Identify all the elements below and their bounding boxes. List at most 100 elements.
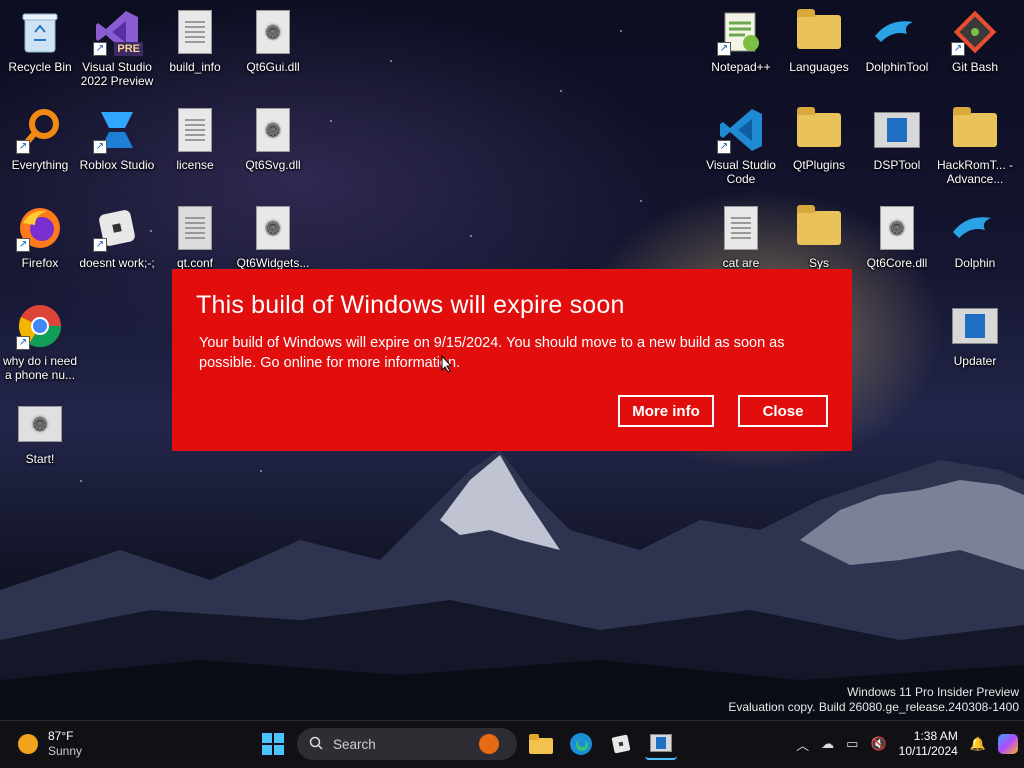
dll-file-icon: ⚙ (249, 8, 297, 56)
watermark-edition: Windows 11 Pro Insider Preview (847, 685, 1019, 699)
desktop-icon-dolphin[interactable]: Dolphin (935, 204, 1015, 270)
icon-label: cat are (722, 256, 760, 270)
desktop-icon-cat-are[interactable]: cat are (701, 204, 781, 270)
recycle-bin-icon (16, 8, 64, 56)
desktop-icon-start[interactable]: ⚙ Start! (0, 400, 80, 466)
close-button[interactable]: Close (738, 395, 828, 427)
icon-label: Firefox (21, 256, 59, 270)
desktop-icon-visual-studio-preview[interactable]: PRE ↗ Visual Studio 2022 Preview (77, 8, 157, 88)
shortcut-arrow-icon: ↗ (93, 238, 107, 252)
edge-icon[interactable] (565, 728, 597, 760)
network-icon[interactable]: ▭ (846, 736, 858, 752)
desktop-icon-chrome[interactable]: ↗ why do i need a phone nu... (0, 302, 80, 382)
dll-file-icon: ⚙ (873, 204, 921, 252)
icon-label: Dolphin (954, 256, 996, 270)
taskbar: 87°F Sunny Search ︿ ☁ ▭ 🔇 1:38 AM 10/11/… (0, 720, 1024, 768)
search-icon (309, 736, 323, 753)
clock[interactable]: 1:38 AM 10/11/2024 (899, 729, 958, 759)
desktop-icon-git-bash[interactable]: ↗ Git Bash (935, 8, 1015, 74)
desktop-icon-dsptool[interactable]: DSPTool (857, 106, 937, 172)
icon-label: Qt6Core.dll (866, 256, 928, 270)
icon-label: Qt6Svg.dll (245, 158, 301, 172)
app-icon: ⚙ (16, 400, 64, 448)
notepad-plus-plus-icon: ↗ (717, 8, 765, 56)
desktop-icon-updater[interactable]: Updater (935, 302, 1015, 368)
shortcut-arrow-icon: ↗ (93, 140, 107, 154)
desktop-icon-everything[interactable]: ↗ Everything (0, 106, 80, 172)
shortcut-arrow-icon: ↗ (717, 42, 731, 56)
clock-date: 10/11/2024 (898, 744, 958, 758)
roblox-icon[interactable] (605, 728, 637, 760)
dolphin-icon (951, 204, 999, 252)
desktop-icon-qt6gui-dll[interactable]: ⚙ Qt6Gui.dll (233, 8, 313, 74)
icon-label: Roblox Studio (79, 158, 155, 172)
desktop-icon-recycle-bin[interactable]: Recycle Bin (0, 8, 80, 74)
desktop-icon-build-info[interactable]: build_info (155, 8, 235, 74)
file-explorer-icon[interactable] (525, 728, 557, 760)
mouse-pointer-icon (441, 354, 453, 378)
desktop-icon-roblox-studio[interactable]: ↗ Roblox Studio (77, 106, 157, 172)
desktop-icon-firefox[interactable]: ↗ Firefox (0, 204, 80, 270)
text-file-icon (717, 204, 765, 252)
dll-file-icon: ⚙ (249, 106, 297, 154)
text-file-icon (171, 106, 219, 154)
copilot-icon[interactable] (998, 734, 1018, 754)
vscode-icon: ↗ (717, 106, 765, 154)
text-file-icon (171, 204, 219, 252)
shortcut-arrow-icon: ↗ (16, 140, 30, 154)
desktop-icon-sys[interactable]: Sys (779, 204, 859, 270)
icon-label: QtPlugins (792, 158, 846, 172)
dll-file-icon: ⚙ (249, 204, 297, 252)
cloud-offline-icon[interactable]: ☁ (821, 736, 834, 752)
icon-label: why do i need a phone nu... (2, 354, 78, 382)
folder-icon (795, 204, 843, 252)
desktop-icon-hackromtools[interactable]: HackRomT... - Advance... (935, 106, 1015, 186)
icon-label: Languages (789, 60, 849, 74)
icon-label: Everything (11, 158, 69, 172)
shortcut-arrow-icon: ↗ (951, 42, 965, 56)
sun-icon (18, 734, 38, 754)
desktop-icon-dolphintool[interactable]: DolphinTool (857, 8, 937, 74)
shortcut-arrow-icon: ↗ (717, 140, 731, 154)
dolphin-icon (873, 8, 921, 56)
roblox-studio-icon: ↗ (93, 106, 141, 154)
icon-label: Recycle Bin (8, 60, 72, 74)
icon-label: Sys (808, 256, 829, 270)
icon-label: DSPTool (873, 158, 921, 172)
folder-icon (951, 106, 999, 154)
icon-label: Visual Studio 2022 Preview (80, 60, 154, 88)
icon-label: qt.conf (176, 256, 214, 270)
desktop-icon-qt6core-dll[interactable]: ⚙ Qt6Core.dll (857, 204, 937, 270)
notification-bell-icon[interactable]: 🔔 (970, 736, 986, 752)
folder-icon (795, 106, 843, 154)
desktop-icon-license[interactable]: license (155, 106, 235, 172)
visual-studio-preview-icon: PRE ↗ (93, 8, 143, 56)
weather-widget[interactable]: 87°F Sunny (18, 729, 82, 759)
watermark-build: Evaluation copy. Build 26080.ge_release.… (728, 700, 1019, 714)
desktop-icon-qt6svg-dll[interactable]: ⚙ Qt6Svg.dll (233, 106, 313, 172)
search-box[interactable]: Search (297, 728, 517, 760)
desktop-icon-qtplugins[interactable]: QtPlugins (779, 106, 859, 172)
shortcut-arrow-icon: ↗ (93, 42, 107, 56)
desktop-icon-qt6widgets[interactable]: ⚙ Qt6Widgets... (233, 204, 313, 270)
desktop-icon-notepad-plus-plus[interactable]: ↗ Notepad++ (701, 8, 781, 74)
icon-label: build_info (169, 60, 221, 74)
volume-muted-icon[interactable]: 🔇 (870, 736, 886, 752)
icon-label: Visual Studio Code (706, 158, 776, 186)
dsptool-icon[interactable] (645, 728, 677, 760)
search-highlight-icon (479, 734, 499, 754)
start-icon[interactable] (257, 728, 289, 760)
more-info-button[interactable]: More info (618, 395, 714, 427)
desktop-icon-languages[interactable]: Languages (779, 8, 859, 74)
show-hidden-icons-chevron-icon[interactable]: ︿ (796, 735, 809, 754)
weather-condition: Sunny (48, 744, 83, 758)
desktop-icon-qt-conf[interactable]: qt.conf (155, 204, 235, 270)
app-window-icon (873, 106, 921, 154)
icon-label: doesnt work;-; (79, 256, 155, 270)
everything-search-icon: ↗ (16, 106, 64, 154)
taskbar-pinned-apps: Search (257, 728, 677, 760)
dialog-title: This build of Windows will expire soon (196, 291, 625, 319)
icon-label: Git Bash (951, 60, 999, 74)
desktop-icon-doesnt-work[interactable]: ↗ doesnt work;-; (77, 204, 157, 270)
desktop-icon-vscode[interactable]: ↗ Visual Studio Code (701, 106, 781, 186)
